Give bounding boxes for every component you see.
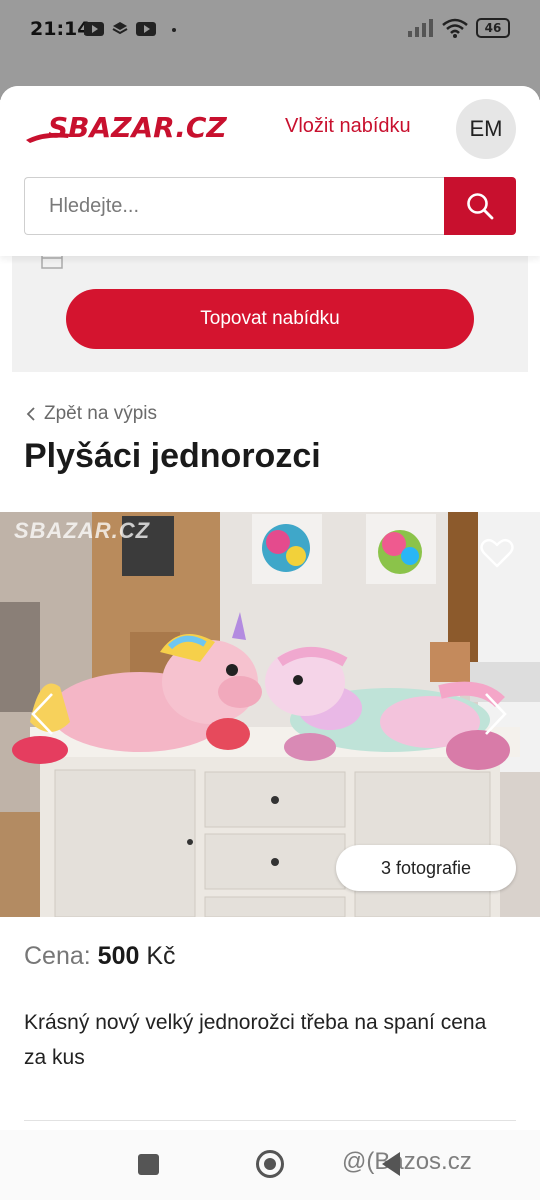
chevron-right-icon[interactable] bbox=[484, 692, 508, 736]
photo-watermark: SBAZAR.CZ bbox=[14, 518, 151, 543]
battery-icon: 46 bbox=[476, 18, 510, 38]
post-offer-link[interactable]: Vložit nabídku bbox=[285, 115, 411, 138]
youtube-icon bbox=[84, 22, 104, 36]
price-line: Cena: 500 Kč bbox=[24, 942, 176, 971]
price-value: 500 bbox=[97, 942, 140, 970]
chevron-left-icon bbox=[26, 407, 35, 421]
stack-icon bbox=[112, 22, 128, 35]
bazos-watermark: @(Bazos.cz bbox=[342, 1148, 472, 1175]
listing-title: Plyšáci jednorozci bbox=[24, 437, 321, 475]
price-label: Cena: bbox=[24, 942, 91, 970]
top-offer-button[interactable]: Topovat nabídku bbox=[66, 289, 474, 349]
listing-photo[interactable]: SBAZAR.CZ 3 fotografie bbox=[0, 512, 540, 917]
search-input[interactable] bbox=[24, 177, 444, 235]
search-icon bbox=[467, 193, 494, 220]
search-button[interactable] bbox=[444, 177, 516, 235]
back-button[interactable] bbox=[382, 1152, 400, 1176]
logo-text: SBAZAR.CZ bbox=[48, 111, 227, 144]
site-header: SBAZAR.CZ Vložit nabídku EM bbox=[0, 86, 540, 256]
sbazar-logo[interactable]: SBAZAR.CZ bbox=[24, 110, 264, 146]
photo-count-button[interactable]: 3 fotografie bbox=[336, 845, 516, 891]
page-sheet: SBAZAR.CZ Vložit nabídku EM Topovat nabí… bbox=[0, 86, 540, 1200]
system-nav-bar: @(Bazos.cz bbox=[0, 1130, 540, 1200]
user-avatar[interactable]: EM bbox=[456, 99, 516, 159]
recent-apps-button[interactable] bbox=[138, 1154, 159, 1175]
back-label: Zpět na výpis bbox=[44, 403, 157, 424]
back-to-list-link[interactable]: Zpět na výpis bbox=[26, 403, 157, 425]
divider bbox=[24, 1120, 516, 1121]
wifi-icon bbox=[442, 18, 468, 38]
home-button[interactable] bbox=[256, 1150, 284, 1178]
chevron-left-icon[interactable] bbox=[30, 692, 54, 736]
dot-icon bbox=[172, 28, 176, 32]
status-bar: 21:14 46 bbox=[0, 0, 540, 60]
signal-icon bbox=[408, 19, 433, 37]
heart-icon[interactable] bbox=[480, 538, 514, 568]
youtube-icon bbox=[136, 22, 156, 36]
status-time: 21:14 bbox=[30, 18, 91, 40]
listing-description: Krásný nový velký jednorožci třeba na sp… bbox=[24, 1011, 487, 1069]
promo-box: Topovat nabídku bbox=[12, 251, 528, 372]
price-currency: Kč bbox=[146, 942, 176, 970]
